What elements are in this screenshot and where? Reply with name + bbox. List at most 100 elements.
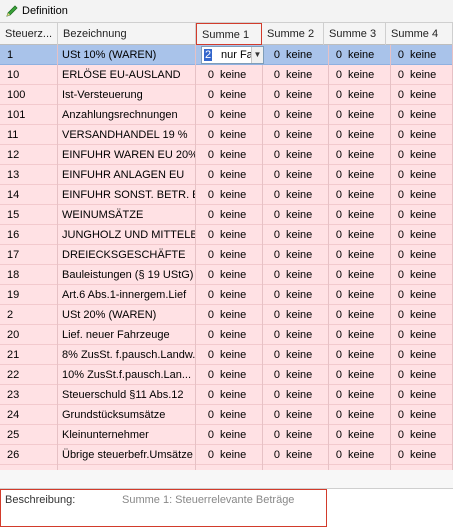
cell-summe-1[interactable]: 0 keine bbox=[201, 325, 263, 345]
column-header-summe-2[interactable]: Summe 2 bbox=[262, 23, 324, 45]
definition-label[interactable]: Definition bbox=[22, 5, 68, 17]
pencil-icon[interactable] bbox=[5, 4, 19, 18]
cell-summe-4[interactable]: 0 keine bbox=[391, 285, 453, 305]
cell-summe-3[interactable]: 0 keine bbox=[329, 185, 391, 205]
cell-summe-2[interactable]: 0 keine bbox=[267, 285, 329, 305]
cell-steuercode[interactable]: 23 bbox=[0, 385, 58, 405]
cell-summe-1[interactable]: 0 keine bbox=[201, 385, 263, 405]
cell-summe-2[interactable]: 0 keine bbox=[267, 205, 329, 225]
cell-bezeichnung[interactable]: 8% ZusSt. f.pausch.Landw. bbox=[58, 345, 196, 365]
cell-summe-2[interactable]: 0 keine bbox=[267, 345, 329, 365]
summe-1-option[interactable]: nur Fa bbox=[221, 47, 253, 63]
cell-summe-1[interactable]: 0 keine bbox=[201, 105, 263, 125]
cell-steuercode[interactable]: 11 bbox=[0, 125, 58, 145]
cell-summe-3[interactable]: 0 keine bbox=[329, 365, 391, 385]
cell-summe-3[interactable]: 0 keine bbox=[329, 45, 391, 65]
cell-summe-3[interactable]: 0 keine bbox=[329, 225, 391, 245]
cell-summe-2[interactable]: 0 keine bbox=[267, 85, 329, 105]
cell-summe-3[interactable]: 0 keine bbox=[329, 405, 391, 425]
summe-1-value[interactable]: 2 bbox=[204, 47, 213, 63]
cell-bezeichnung[interactable]: EINFUHR ANLAGEN EU bbox=[58, 165, 196, 185]
cell-summe-2[interactable]: 0 keine bbox=[267, 445, 329, 465]
cell-steuercode[interactable]: 25 bbox=[0, 425, 58, 445]
cell-summe-1[interactable]: 0 keine bbox=[201, 65, 263, 85]
cell-summe-2[interactable]: 0 keine bbox=[267, 265, 329, 285]
cell-summe-1[interactable]: 0 keine bbox=[201, 445, 263, 465]
cell-summe-4[interactable]: 0 keine bbox=[391, 205, 453, 225]
cell-bezeichnung[interactable]: JUNGHOLZ UND MITTELB... bbox=[58, 225, 196, 245]
cell-summe-2[interactable]: 0 keine bbox=[267, 425, 329, 445]
cell-summe-2[interactable]: 0 keine bbox=[267, 105, 329, 125]
cell-summe-4[interactable]: 0 keine bbox=[391, 185, 453, 205]
cell-summe-1[interactable]: 0 keine bbox=[201, 425, 263, 445]
column-header-summe-1[interactable]: Summe 1 bbox=[196, 23, 262, 45]
cell-steuercode[interactable]: 13 bbox=[0, 165, 58, 185]
table-row[interactable]: 22 10% ZusSt.f.pausch.Lan... 0 keine 0 keine 0… bbox=[0, 365, 453, 385]
column-header-steuercode[interactable]: Steuerz... bbox=[0, 23, 58, 45]
table-row[interactable]: 12 EINFUHR WAREN EU 20% 0 keine 0 keine 0 keine… bbox=[0, 145, 453, 165]
table-row[interactable]: 14 EINFUHR SONST. BETR. EU 0 keine 0 keine 0 ke… bbox=[0, 185, 453, 205]
table-row[interactable]: 13 EINFUHR ANLAGEN EU 0 keine 0 keine 0 keine 0 k… bbox=[0, 165, 453, 185]
cell-summe-3[interactable]: 0 keine bbox=[329, 285, 391, 305]
cell-summe-2[interactable]: 0 keine bbox=[267, 165, 329, 185]
table-row[interactable]: 11 VERSANDHANDEL 19 % 0 keine 0 keine 0 keine 0 k… bbox=[0, 125, 453, 145]
cell-summe-4[interactable]: 0 keine bbox=[391, 245, 453, 265]
cell-summe-3[interactable]: 0 keine bbox=[329, 145, 391, 165]
cell-summe-4[interactable]: 0 keine bbox=[391, 365, 453, 385]
cell-summe-4[interactable]: 0 keine bbox=[391, 225, 453, 245]
cell-bezeichnung[interactable]: Bauleistungen (§ 19 UStG) bbox=[58, 265, 196, 285]
cell-summe-4[interactable]: 0 keine bbox=[391, 145, 453, 165]
cell-summe-4[interactable]: 0 keine bbox=[391, 85, 453, 105]
cell-summe-3[interactable]: 0 keine bbox=[329, 245, 391, 265]
column-header-summe-3[interactable]: Summe 3 bbox=[324, 23, 386, 45]
cell-summe-4[interactable]: 0 keine bbox=[391, 65, 453, 85]
cell-summe-3[interactable]: 0 keine bbox=[329, 305, 391, 325]
cell-steuercode[interactable]: 24 bbox=[0, 405, 58, 425]
cell-bezeichnung[interactable]: DREIECKSGESCHÄFTE bbox=[58, 245, 196, 265]
cell-summe-4[interactable]: 0 keine bbox=[391, 45, 453, 65]
cell-summe-2[interactable]: 0 keine bbox=[267, 325, 329, 345]
cell-summe-4[interactable]: 0 keine bbox=[391, 445, 453, 465]
cell-steuercode[interactable]: 2 bbox=[0, 305, 58, 325]
cell-bezeichnung[interactable]: WEINUMSÄTZE bbox=[58, 205, 196, 225]
cell-bezeichnung[interactable]: Grundstücksumsätze bbox=[58, 405, 196, 425]
table-row[interactable]: 21 8% ZusSt. f.pausch.Landw. 0 keine 0 keine 0… bbox=[0, 345, 453, 365]
cell-steuercode[interactable]: 26 bbox=[0, 445, 58, 465]
cell-steuercode[interactable]: 16 bbox=[0, 225, 58, 245]
cell-summe-1[interactable]: 0 keine bbox=[201, 225, 263, 245]
table-row[interactable]: 100 Ist-Versteuerung 0 keine 0 keine 0 keine 0 ke… bbox=[0, 85, 453, 105]
table-row[interactable]: 19 Art.6 Abs.1-innergem.Lief 0 keine 0 keine 0… bbox=[0, 285, 453, 305]
cell-summe-1[interactable]: 0 keine bbox=[201, 405, 263, 425]
cell-summe-3[interactable]: 0 keine bbox=[329, 385, 391, 405]
cell-steuercode[interactable]: 18 bbox=[0, 265, 58, 285]
cell-summe-3[interactable]: 0 keine bbox=[329, 345, 391, 365]
cell-summe-4[interactable]: 0 keine bbox=[391, 325, 453, 345]
cell-summe-3[interactable]: 0 keine bbox=[329, 125, 391, 145]
cell-summe-4[interactable]: 0 keine bbox=[391, 345, 453, 365]
cell-summe-3[interactable]: 0 keine bbox=[329, 105, 391, 125]
table-row[interactable]: 17 DREIECKSGESCHÄFTE 0 keine 0 keine 0 keine 0 ke… bbox=[0, 245, 453, 265]
cell-bezeichnung[interactable]: Lief. neuer Fahrzeuge bbox=[58, 325, 196, 345]
cell-bezeichnung[interactable]: ERLÖSE EU-AUSLAND bbox=[58, 65, 196, 85]
cell-bezeichnung[interactable]: VERSANDHANDEL 19 % bbox=[58, 125, 196, 145]
cell-summe-2[interactable]: 0 keine bbox=[267, 245, 329, 265]
cell-bezeichnung[interactable]: Kleinunternehmer bbox=[58, 425, 196, 445]
table-row[interactable]: 2 USt 20% (WAREN) 0 keine 0 keine 0 keine 0 keine bbox=[0, 305, 453, 325]
cell-steuercode[interactable]: 22 bbox=[0, 365, 58, 385]
cell-summe-1[interactable]: 0 keine bbox=[201, 365, 263, 385]
cell-summe-4[interactable]: 0 keine bbox=[391, 125, 453, 145]
table-row[interactable]: 101 Anzahlungsrechnungen 0 keine 0 keine 0 kein… bbox=[0, 105, 453, 125]
cell-summe-4[interactable]: 0 keine bbox=[391, 165, 453, 185]
dropdown-arrow-icon[interactable]: ▼ bbox=[251, 47, 263, 63]
cell-summe-4[interactable]: 0 keine bbox=[391, 385, 453, 405]
cell-summe-3[interactable]: 0 keine bbox=[329, 445, 391, 465]
cell-summe-1[interactable]: 0 keine bbox=[201, 185, 263, 205]
table-row[interactable]: 24 Grundstücksumsätze 0 keine 0 keine 0 keine 0 k… bbox=[0, 405, 453, 425]
cell-summe-2[interactable]: 0 keine bbox=[267, 405, 329, 425]
cell-summe-1[interactable]: 0 keine bbox=[201, 125, 263, 145]
table-row[interactable]: 18 Bauleistungen (§ 19 UStG) 0 keine 0 keine 0… bbox=[0, 265, 453, 285]
table-row[interactable]: 26 Übrige steuerbefr.Umsätze 0 keine 0 keine 0… bbox=[0, 445, 453, 465]
table-row[interactable]: 16 JUNGHOLZ UND MITTELB... 0 keine 0 keine 0 ke… bbox=[0, 225, 453, 245]
cell-steuercode[interactable]: 100 bbox=[0, 85, 58, 105]
cell-summe-1[interactable]: 0 keine bbox=[201, 305, 263, 325]
